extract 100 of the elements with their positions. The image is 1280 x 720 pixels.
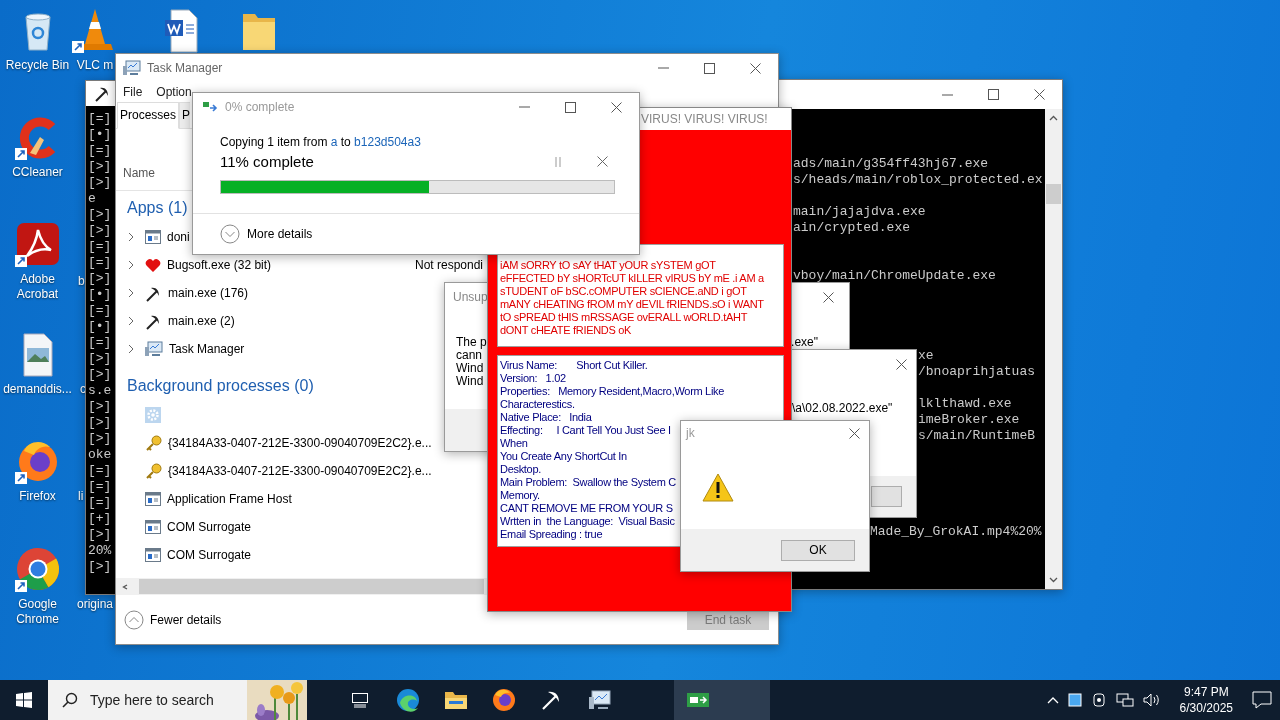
console-line: oke — [88, 448, 112, 461]
expand-icon[interactable] — [220, 224, 240, 244]
expand-chevron-icon[interactable] — [127, 232, 134, 242]
menu-item[interactable]: Option — [156, 85, 192, 99]
collapse-icon[interactable] — [124, 609, 144, 630]
desktop-icon[interactable]: demanddis... — [0, 330, 75, 397]
close-icon — [749, 62, 761, 74]
console-line: [>] — [88, 432, 112, 445]
expand-chevron-icon[interactable] — [127, 260, 134, 270]
minimize-icon — [941, 93, 953, 96]
console-line: ads/main/g354ff43hj67.exe — [793, 157, 989, 170]
copy-status-text: Copying 1 item from a to b123d504a3 — [220, 135, 422, 149]
window-icon — [145, 520, 161, 534]
column-header[interactable]: Name — [123, 166, 155, 180]
desktop-icon-label: b — [78, 274, 85, 288]
console-line: lklthawd.exe — [918, 397, 1012, 410]
expand-chevron-icon[interactable] — [127, 288, 134, 298]
console-line: [•] — [88, 288, 112, 301]
console-line: [=] — [88, 256, 112, 269]
console-line: [+] — [88, 512, 112, 525]
maximize-icon — [564, 101, 576, 113]
process-name: COM Surrogate — [167, 520, 252, 534]
copy-icon — [203, 101, 219, 113]
process-name: Bugsoft.exe (32 bit) — [167, 258, 273, 272]
dialog-title: 0% complete — [225, 100, 295, 114]
clock-date[interactable]: 6/30/2025 — [1179, 700, 1233, 716]
console-line: [=] — [88, 240, 112, 253]
dialog-message: The p cann Wind Wind — [456, 336, 487, 388]
device-icon[interactable] — [1090, 692, 1107, 708]
network-icon[interactable] — [1115, 692, 1134, 708]
heart-icon — [145, 257, 161, 273]
console-line: [>] — [88, 160, 112, 173]
notification-icon[interactable] — [1252, 691, 1272, 709]
tab[interactable]: Processes — [117, 102, 180, 129]
desktop-icon[interactable]: CCleaner — [0, 113, 75, 180]
console-line: [>] — [88, 176, 112, 189]
process-name: Task Manager — [169, 342, 245, 356]
pdf-app-icon — [13, 220, 62, 268]
search-box[interactable]: Type here to search — [48, 680, 307, 720]
desktop-icon-label: li — [78, 489, 84, 503]
menu-item[interactable]: File — [123, 85, 143, 99]
console-line: e — [88, 192, 96, 205]
tab[interactable]: P — [179, 102, 191, 129]
console-line: [>] — [88, 352, 112, 365]
expand-chevron-icon[interactable] — [127, 344, 134, 354]
console-line: [>] — [88, 528, 112, 541]
group-title: Background processes (0) — [127, 377, 314, 395]
console-line: [=] — [88, 304, 112, 317]
desktop-icon[interactable]: Adobe Acrobat — [0, 220, 75, 302]
scrollbar-thumb[interactable] — [1046, 184, 1061, 204]
details-text: Virus Name: Short Cut Killer. Version: 1.02 Properties: Memory Resident,Macro,Worm Like Characterestics. Native Place: India — [500, 359, 726, 424]
window-icon — [145, 230, 161, 244]
search-input[interactable]: Type here to search — [88, 691, 242, 709]
destination-link[interactable]: b123d504a3 — [354, 135, 421, 149]
search-icon — [62, 692, 78, 708]
minimize-icon — [518, 106, 530, 108]
source-link[interactable]: a — [330, 135, 338, 149]
close-icon — [610, 101, 622, 113]
console-line: [>] — [88, 400, 112, 413]
cancel-button[interactable] — [596, 156, 608, 167]
process-name: Application Frame Host — [167, 492, 292, 506]
key-icon — [145, 462, 162, 480]
scrollbar-thumb[interactable] — [139, 579, 484, 594]
ok-button[interactable]: OK — [781, 539, 855, 561]
more-details-link[interactable]: More details — [247, 227, 313, 241]
desktop-icon[interactable]: Google Chrome — [0, 545, 75, 627]
process-name: main.exe (176) — [168, 286, 249, 300]
pickaxe-icon — [94, 85, 111, 102]
console-line: [>] — [88, 560, 112, 573]
process-name: COM Surrogate — [167, 548, 252, 562]
chevron-up-icon[interactable] — [1046, 696, 1059, 704]
monitor-icon — [588, 689, 612, 711]
process-name: {34184A33-0407-212E-3300-09040709E2C2}.e... — [168, 464, 432, 478]
tray-app-icon[interactable] — [1067, 693, 1082, 707]
fewer-details-link[interactable]: Fewer details — [150, 612, 222, 627]
window-icon — [145, 548, 161, 562]
console-line: [>] — [88, 416, 112, 429]
monitor-icon — [123, 60, 141, 76]
dialog-message: \a\02.08.2022.exe" — [792, 401, 893, 415]
close-icon — [848, 427, 860, 439]
console-line: xe — [918, 349, 934, 362]
close-icon — [822, 291, 834, 303]
maximize-icon — [987, 89, 999, 100]
console-line: main/jajajdva.exe — [793, 205, 926, 218]
speaker-icon[interactable] — [1142, 692, 1161, 708]
warning-icon — [702, 472, 734, 502]
process-name: main.exe (2) — [168, 314, 235, 328]
console-line: [•] — [88, 320, 112, 333]
expand-chevron-icon[interactable] — [127, 316, 134, 326]
console-line: 20% — [88, 544, 112, 557]
dialog-title: jk — [686, 426, 695, 440]
clock-time[interactable]: 9:47 PM — [1183, 684, 1229, 700]
console-line: Made_By_GrokAI.mp4%20% — [870, 525, 1042, 538]
desktop-icon[interactable]: Firefox — [0, 437, 75, 504]
console-line: [>] — [88, 224, 112, 237]
console-line: [=] — [88, 480, 112, 493]
desktop-icon-label: c — [80, 382, 86, 396]
taskbar-button[interactable] — [674, 680, 722, 720]
console-line: [>] — [88, 368, 112, 381]
window-icon — [145, 492, 161, 506]
